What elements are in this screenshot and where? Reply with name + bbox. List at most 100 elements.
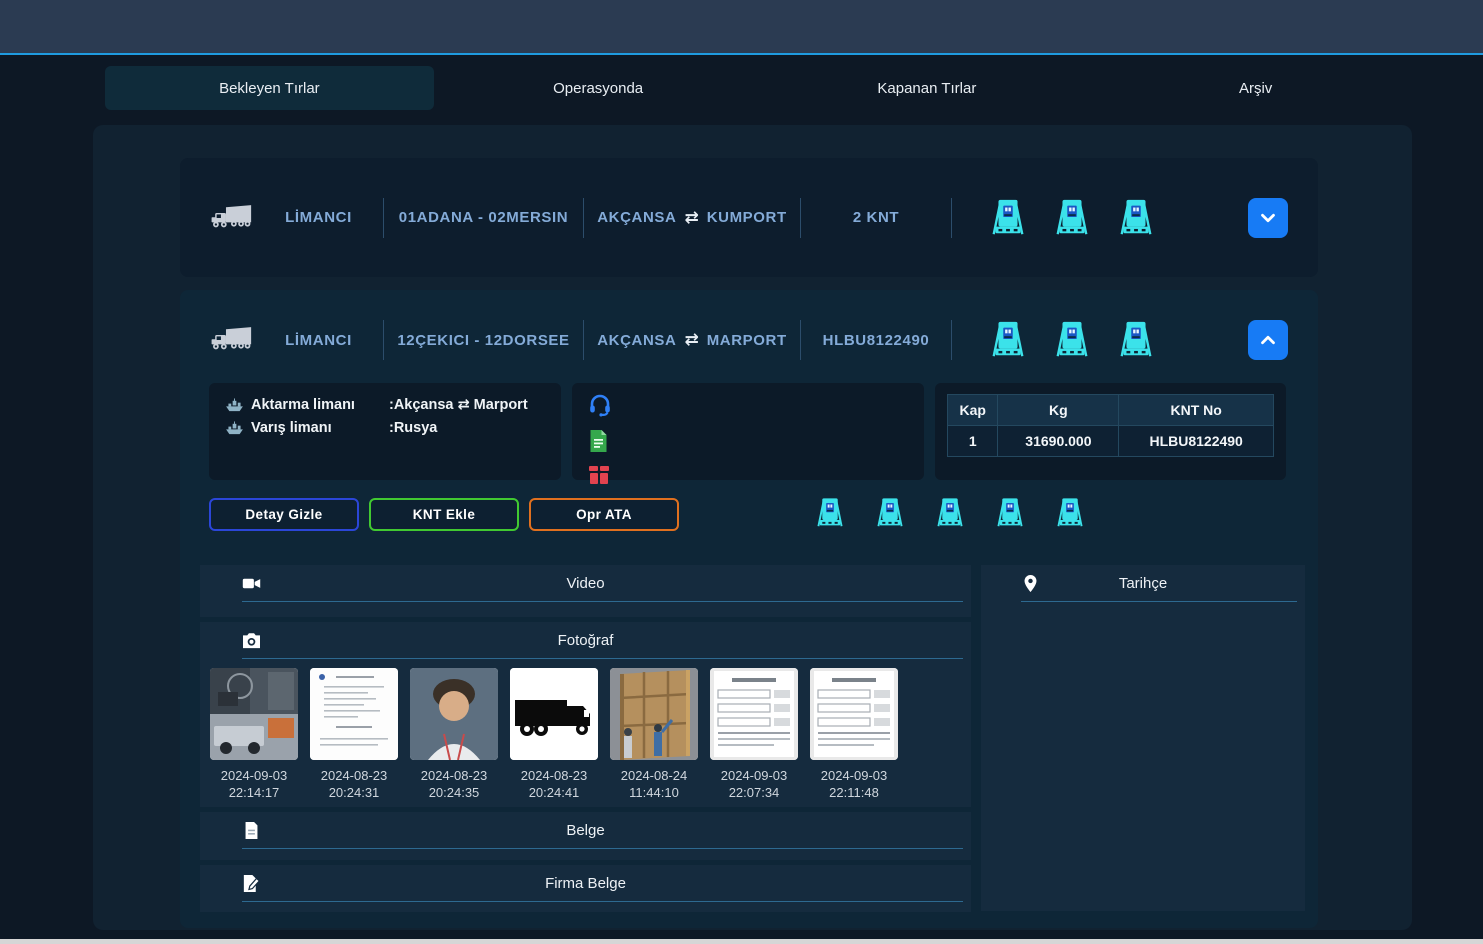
info-row: Varış limanı :Rusya xyxy=(225,420,545,436)
trailer-status-icon[interactable] xyxy=(987,320,1029,360)
photo-thumbnail[interactable] xyxy=(810,668,898,760)
photo-time: 20:24:31 xyxy=(310,784,398,801)
photo-thumbnail[interactable] xyxy=(310,668,398,760)
info-label: Aktarma limanı xyxy=(251,397,389,413)
photo-gallery: 2024-09-03 22:14:17 2024-08-23 20:24:31 xyxy=(200,659,971,807)
port-to: KUMPORT xyxy=(707,209,787,226)
photo-thumbnail[interactable] xyxy=(210,668,298,760)
divider xyxy=(242,901,963,902)
exchange-arrows-icon: ⇄ xyxy=(684,330,698,350)
trailer-status-icon[interactable] xyxy=(1051,198,1093,238)
top-header-bar xyxy=(0,0,1483,55)
info-value: :Rusya xyxy=(389,420,437,436)
tab-label: Operasyonda xyxy=(553,80,643,97)
table-header-knt-no: KNT No xyxy=(1119,395,1274,426)
trailer-status-icon[interactable] xyxy=(1115,198,1157,238)
divider xyxy=(1021,601,1297,602)
company-label: LİMANCI xyxy=(254,332,383,349)
photo-item: 2024-09-03 22:07:34 xyxy=(710,668,798,801)
tab-label: Kapanan Tırlar xyxy=(877,80,976,97)
photo-item: 2024-08-23 20:24:41 xyxy=(510,668,598,801)
container-table: Kap Kg KNT No 1 31690.000 HLBU8122490 xyxy=(947,394,1274,457)
photo-timestamp: 2024-08-23 20:24:41 xyxy=(510,767,598,801)
photo-thumbnail[interactable] xyxy=(710,668,798,760)
cell-kg: 31690.000 xyxy=(998,426,1119,457)
trailer-status-icon[interactable] xyxy=(987,198,1029,238)
photo-timestamp: 2024-09-03 22:14:17 xyxy=(210,767,298,801)
company-label: LİMANCI xyxy=(254,209,383,226)
photo-date: 2024-08-24 xyxy=(610,767,698,784)
photo-thumbnail[interactable] xyxy=(610,668,698,760)
package-box-icon[interactable] xyxy=(588,465,924,490)
collapse-button[interactable] xyxy=(1248,320,1288,360)
chevron-up-icon xyxy=(1257,329,1279,351)
document-file-icon[interactable] xyxy=(588,429,924,458)
location-pin-icon xyxy=(1021,575,1040,592)
truck-image-icon xyxy=(180,202,254,234)
trailer-status-icon[interactable] xyxy=(933,495,967,531)
photo-section-header[interactable]: Fotoğraf xyxy=(200,622,971,658)
horizontal-scrollbar[interactable] xyxy=(0,939,1483,944)
photo-date: 2024-08-23 xyxy=(510,767,598,784)
photo-thumbnail[interactable] xyxy=(510,668,598,760)
tab-kapanan-tirlar[interactable]: Kapanan Tırlar xyxy=(763,66,1092,110)
history-panel: Tarihçe xyxy=(981,565,1305,911)
photo-timestamp: 2024-09-03 22:07:34 xyxy=(710,767,798,801)
detay-gizle-button[interactable]: Detay Gizle xyxy=(209,498,359,531)
media-sections: Video Fotoğraf xyxy=(200,565,971,917)
photo-thumbnail[interactable] xyxy=(410,668,498,760)
document-icon xyxy=(242,822,261,839)
section-title: Firma Belge xyxy=(200,875,971,892)
photo-time: 22:11:48 xyxy=(810,784,898,801)
trailer-status-icons xyxy=(952,198,1191,238)
trailer-status-icon[interactable] xyxy=(873,495,907,531)
trailer-status-icon[interactable] xyxy=(993,495,1027,531)
document-section-header[interactable]: Belge xyxy=(200,812,971,848)
trailer-status-icon[interactable] xyxy=(813,495,847,531)
video-section-header[interactable]: Video xyxy=(200,565,971,601)
trailer-status-icons xyxy=(952,320,1191,360)
cell-kap: 1 xyxy=(948,426,998,457)
action-buttons: Detay Gizle KNT Ekle Opr ATA xyxy=(209,498,679,531)
port-from: AKÇANSA xyxy=(597,209,676,226)
tab-operasyonda[interactable]: Operasyonda xyxy=(434,66,763,110)
trailer-status-icon[interactable] xyxy=(1115,320,1157,360)
camera-icon xyxy=(242,632,261,649)
tab-label: Bekleyen Tırlar xyxy=(219,80,320,97)
tab-arsiv[interactable]: Arşiv xyxy=(1091,66,1420,110)
photo-item: 2024-09-03 22:14:17 xyxy=(210,668,298,801)
photo-date: 2024-09-03 xyxy=(810,767,898,784)
truck-card-header: LİMANCI 12ÇEKICI - 12DORSEE AKÇANSA ⇄ MA… xyxy=(180,290,1318,390)
quick-icons-panel xyxy=(572,383,924,480)
tab-bekleyen-tirlar[interactable]: Bekleyen Tırlar xyxy=(105,66,434,110)
photo-date: 2024-08-23 xyxy=(310,767,398,784)
firm-document-section-header[interactable]: Firma Belge xyxy=(200,865,971,901)
photo-item: 2024-08-23 20:24:35 xyxy=(410,668,498,801)
semi-truck-icon xyxy=(208,202,254,234)
truck-list-container: LİMANCI 01ADANA - 02MERSIN AKÇANSA ⇄ KUM… xyxy=(93,125,1412,930)
app-screen: Bekleyen Tırlar Operasyonda Kapanan Tırl… xyxy=(0,0,1483,944)
table-header-kap: Kap xyxy=(948,395,998,426)
truck-image-icon xyxy=(180,324,254,356)
photo-time: 11:44:10 xyxy=(610,784,698,801)
section-title: Video xyxy=(200,575,971,592)
port-info-panel: Aktarma limanı :Akçansa ⇄ Marport Varış … xyxy=(209,383,561,480)
history-section-header[interactable]: Tarihçe xyxy=(981,565,1305,601)
section-title: Belge xyxy=(200,822,971,839)
photo-item: 2024-08-23 20:24:31 xyxy=(310,668,398,801)
vehicle-plates: 12ÇEKICI - 12DORSEE xyxy=(384,332,583,349)
route-ports: AKÇANSA ⇄ KUMPORT xyxy=(584,208,800,228)
document-section: Belge xyxy=(200,812,971,860)
trailer-status-icon[interactable] xyxy=(1051,320,1093,360)
tab-bar: Bekleyen Tırlar Operasyonda Kapanan Tırl… xyxy=(105,66,1420,110)
trailer-status-icon[interactable] xyxy=(1053,495,1087,531)
knt-ekle-button[interactable]: KNT Ekle xyxy=(369,498,519,531)
photo-time: 22:07:34 xyxy=(710,784,798,801)
opr-ata-button[interactable]: Opr ATA xyxy=(529,498,679,531)
table-header-kg: Kg xyxy=(998,395,1119,426)
cell-knt-no: HLBU8122490 xyxy=(1119,426,1274,457)
photo-timestamp: 2024-08-23 20:24:35 xyxy=(410,767,498,801)
tab-label: Arşiv xyxy=(1239,80,1272,97)
expand-button[interactable] xyxy=(1248,198,1288,238)
headset-icon[interactable] xyxy=(588,393,924,422)
